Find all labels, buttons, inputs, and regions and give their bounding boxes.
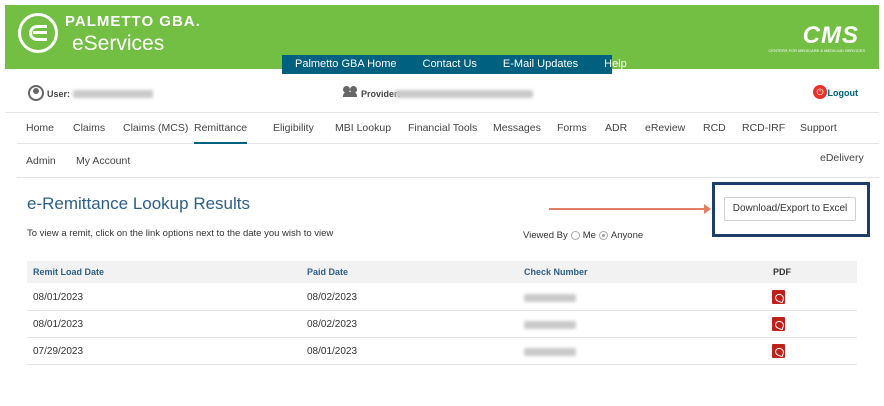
nav-support[interactable]: Support xyxy=(800,122,837,134)
nav-adr[interactable]: ADR xyxy=(605,122,627,134)
col-pdf: PDF xyxy=(773,267,791,277)
palmetto-logo-icon xyxy=(18,13,58,53)
instructions-text: To view a remit, click on the link optio… xyxy=(27,228,334,239)
main-nav: Home Claims Claims (MCS) Remittance Elig… xyxy=(17,112,879,144)
nav-remittance[interactable]: Remittance xyxy=(194,122,248,144)
col-remit-load-date[interactable]: Remit Load Date xyxy=(33,267,104,277)
user-icon xyxy=(28,85,44,101)
power-icon[interactable]: ⏻ xyxy=(813,85,827,99)
nav-rcd-irf[interactable]: RCD-IRF xyxy=(742,122,785,134)
nav-eligibility[interactable]: Eligibility xyxy=(273,122,314,134)
provider-icon xyxy=(343,86,359,98)
nav-home[interactable]: Home xyxy=(26,122,54,134)
site-header: PALMETTO GBA. eServices CMS CENTERS FOR … xyxy=(5,5,879,74)
radio-me[interactable] xyxy=(570,231,580,240)
brand-name: PALMETTO GBA. xyxy=(65,13,201,30)
table-row: 07/29/2023 08/01/2023 xyxy=(27,338,857,365)
col-paid-date[interactable]: Paid Date xyxy=(307,267,348,277)
radio-anyone-label: Anyone xyxy=(610,230,644,241)
nav-edelivery[interactable]: eDelivery xyxy=(820,152,864,164)
paid-date: 08/01/2023 xyxy=(307,346,358,357)
remit-load-date[interactable]: 07/29/2023 xyxy=(33,346,83,357)
nav-ereview[interactable]: eReview xyxy=(645,122,685,134)
viewed-by-filter: Viewed By Me Anyone xyxy=(523,230,643,241)
pdf-icon[interactable] xyxy=(772,344,785,358)
user-name-redacted xyxy=(73,90,153,98)
check-number-redacted xyxy=(524,348,576,356)
sub-nav: Admin My Account eDelivery xyxy=(17,144,879,178)
nav-my-account[interactable]: My Account xyxy=(76,155,130,167)
col-check-number[interactable]: Check Number xyxy=(524,267,588,277)
logout-link[interactable]: Logout xyxy=(828,88,859,98)
remit-load-date[interactable]: 08/01/2023 xyxy=(33,292,83,303)
provider-value-redacted xyxy=(395,90,533,98)
nav-rcd[interactable]: RCD xyxy=(703,122,726,134)
paid-date: 08/02/2023 xyxy=(307,292,358,303)
brand-product: eServices xyxy=(72,32,165,55)
table-row: 08/01/2023 08/02/2023 xyxy=(27,284,857,311)
radio-anyone[interactable] xyxy=(598,231,608,240)
radio-me-label: Me xyxy=(582,230,596,241)
nav-messages[interactable]: Messages xyxy=(493,122,541,134)
cms-tagline: CENTERS FOR MEDICARE & MEDICAID SERVICES xyxy=(768,48,865,53)
remit-load-date[interactable]: 08/01/2023 xyxy=(33,319,83,330)
nav-admin[interactable]: Admin xyxy=(26,155,56,167)
annotation-arrow xyxy=(549,204,711,214)
check-number-redacted xyxy=(524,294,576,302)
check-number-redacted xyxy=(524,321,576,329)
pdf-icon[interactable] xyxy=(772,317,785,331)
nav-claims[interactable]: Claims xyxy=(73,122,105,134)
user-bar: User: Provider: ⏻ Logout xyxy=(5,69,879,113)
viewed-by-label: Viewed By xyxy=(523,230,568,241)
user-label: User: xyxy=(47,89,71,99)
page-title: e-Remittance Lookup Results xyxy=(27,194,251,213)
nav-forms[interactable]: Forms xyxy=(557,122,587,134)
cms-logo: CMS xyxy=(802,22,859,49)
table-row: 08/01/2023 08/02/2023 xyxy=(27,311,857,338)
nav-financial-tools[interactable]: Financial Tools xyxy=(408,122,477,134)
pdf-icon[interactable] xyxy=(772,290,785,304)
nav-mbi-lookup[interactable]: MBI Lookup xyxy=(335,122,391,134)
paid-date: 08/02/2023 xyxy=(307,319,358,330)
nav-claims-mcs[interactable]: Claims (MCS) xyxy=(123,122,188,134)
table-header: Remit Load Date Paid Date Check Number P… xyxy=(27,261,857,283)
download-export-excel-button[interactable]: Download/Export to Excel xyxy=(724,197,856,221)
